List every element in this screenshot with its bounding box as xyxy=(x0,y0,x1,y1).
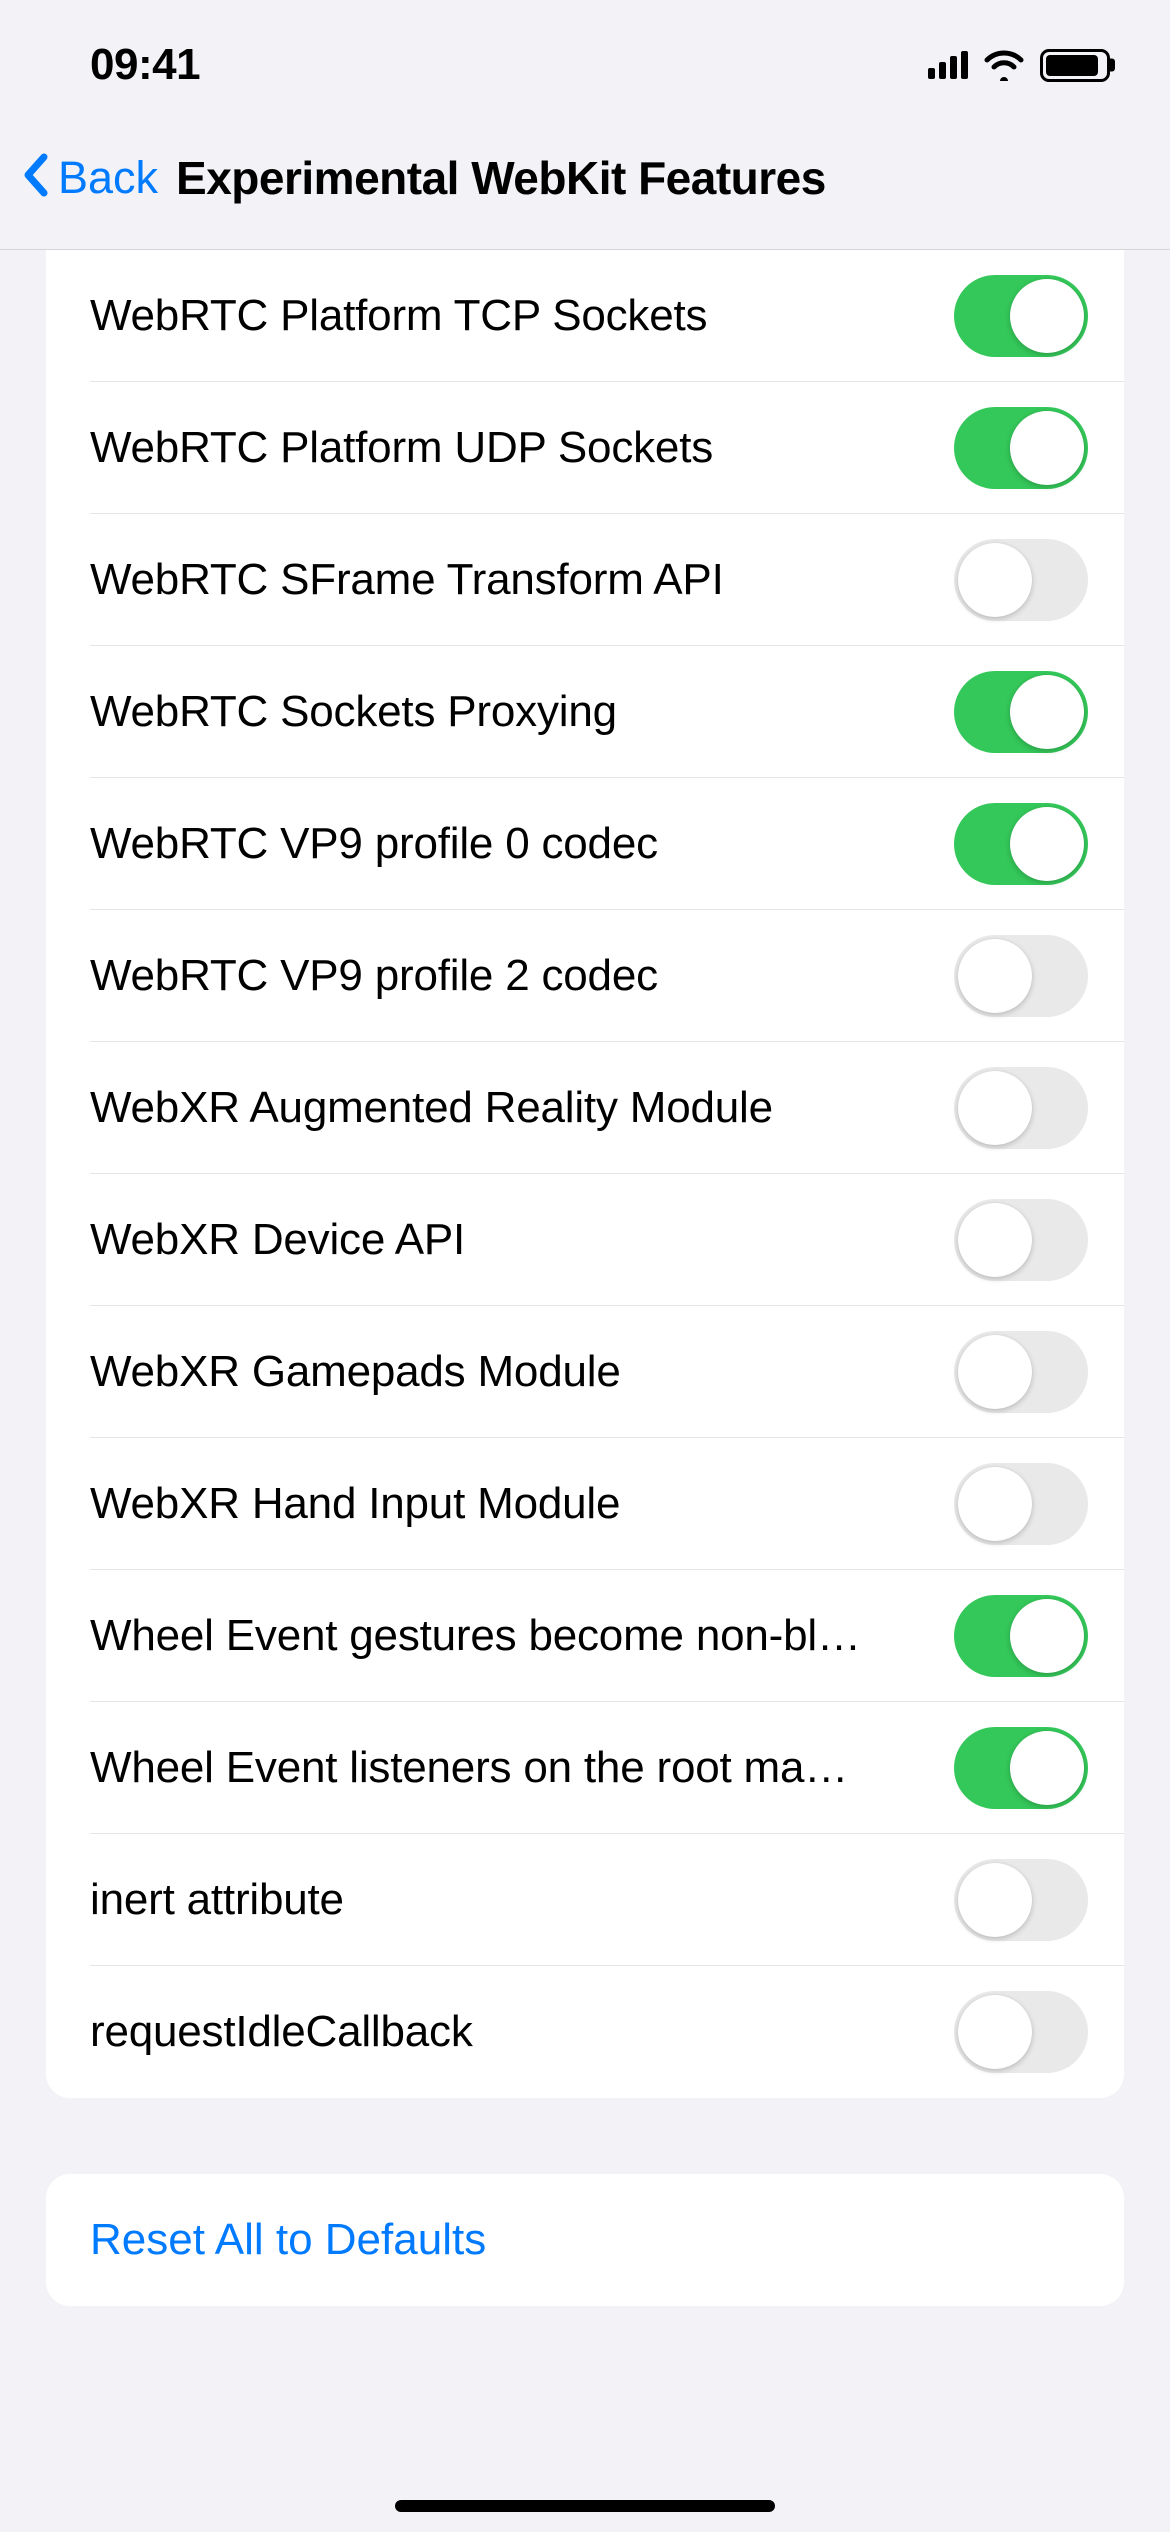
feature-toggle[interactable] xyxy=(954,275,1088,357)
feature-row: WebRTC VP9 profile 0 codec xyxy=(46,778,1124,910)
feature-toggle[interactable] xyxy=(954,1199,1088,1281)
feature-label: WebRTC Sockets Proxying xyxy=(90,687,617,737)
feature-row: WebRTC SFrame Transform API xyxy=(46,514,1124,646)
feature-toggle[interactable] xyxy=(954,1727,1088,1809)
toggle-knob xyxy=(958,1863,1032,1937)
toggle-knob xyxy=(1010,675,1084,749)
status-bar: 09:41 xyxy=(0,0,1170,130)
feature-toggle[interactable] xyxy=(954,1595,1088,1677)
feature-toggle[interactable] xyxy=(954,1067,1088,1149)
feature-label: Wheel Event gestures become non-blo... xyxy=(90,1611,870,1661)
feature-label: WebRTC Platform TCP Sockets xyxy=(90,291,707,341)
cellular-signal-icon xyxy=(928,51,968,79)
feature-row: WebXR Gamepads Module xyxy=(46,1306,1124,1438)
feature-label: WebRTC SFrame Transform API xyxy=(90,555,724,605)
feature-label: WebRTC Platform UDP Sockets xyxy=(90,423,713,473)
home-indicator xyxy=(395,2500,775,2512)
feature-row: WebRTC Platform UDP Sockets xyxy=(46,382,1124,514)
feature-toggle[interactable] xyxy=(954,539,1088,621)
toggle-knob xyxy=(1010,1599,1084,1673)
toggle-knob xyxy=(958,1203,1032,1277)
status-icons xyxy=(928,49,1110,82)
page-title: Experimental WebKit Features xyxy=(176,151,826,205)
navigation-bar: Back Experimental WebKit Features xyxy=(0,130,1170,250)
feature-label: requestIdleCallback xyxy=(90,2007,473,2057)
feature-toggle[interactable] xyxy=(954,1331,1088,1413)
toggle-knob xyxy=(1010,1731,1084,1805)
feature-row: inert attribute xyxy=(46,1834,1124,1966)
toggle-knob xyxy=(958,1071,1032,1145)
feature-label: inert attribute xyxy=(90,1875,344,1925)
toggle-knob xyxy=(958,1335,1032,1409)
feature-row: Wheel Event listeners on the root made..… xyxy=(46,1702,1124,1834)
feature-toggle[interactable] xyxy=(954,671,1088,753)
feature-label: WebXR Hand Input Module xyxy=(90,1479,620,1529)
feature-label: WebRTC VP9 profile 0 codec xyxy=(90,819,658,869)
feature-label: WebXR Gamepads Module xyxy=(90,1347,621,1397)
feature-row: WebXR Hand Input Module xyxy=(46,1438,1124,1570)
toggle-knob xyxy=(958,543,1032,617)
feature-toggle[interactable] xyxy=(954,1859,1088,1941)
feature-toggle[interactable] xyxy=(954,1991,1088,2073)
feature-toggle[interactable] xyxy=(954,1463,1088,1545)
toggle-knob xyxy=(958,1467,1032,1541)
feature-label: WebXR Augmented Reality Module xyxy=(90,1083,773,1133)
feature-toggle[interactable] xyxy=(954,803,1088,885)
toggle-knob xyxy=(1010,411,1084,485)
toggle-knob xyxy=(1010,807,1084,881)
feature-label: WebRTC VP9 profile 2 codec xyxy=(90,951,658,1001)
toggle-knob xyxy=(1010,279,1084,353)
wifi-icon xyxy=(982,49,1026,81)
reset-all-label: Reset All to Defaults xyxy=(90,2215,486,2265)
status-time: 09:41 xyxy=(90,40,200,90)
feature-row: WebRTC Sockets Proxying xyxy=(46,646,1124,778)
back-button[interactable]: Back xyxy=(58,152,158,204)
feature-label: WebXR Device API xyxy=(90,1215,465,1265)
battery-icon xyxy=(1040,49,1110,82)
feature-row: requestIdleCallback xyxy=(46,1966,1124,2098)
feature-toggle-list: WebRTC Platform TCP Sockets WebRTC Platfo… xyxy=(46,250,1124,2098)
feature-toggle[interactable] xyxy=(954,935,1088,1017)
feature-label: Wheel Event listeners on the root made..… xyxy=(90,1743,870,1793)
reset-group: Reset All to Defaults xyxy=(46,2174,1124,2306)
feature-row: WebXR Device API xyxy=(46,1174,1124,1306)
toggle-knob xyxy=(958,1995,1032,2069)
feature-row: Wheel Event gestures become non-blo... xyxy=(46,1570,1124,1702)
feature-toggle[interactable] xyxy=(954,407,1088,489)
back-chevron-icon[interactable] xyxy=(20,151,52,204)
reset-all-button[interactable]: Reset All to Defaults xyxy=(46,2174,1124,2306)
feature-row: WebRTC VP9 profile 2 codec xyxy=(46,910,1124,1042)
toggle-knob xyxy=(958,939,1032,1013)
feature-row: WebXR Augmented Reality Module xyxy=(46,1042,1124,1174)
feature-row: WebRTC Platform TCP Sockets xyxy=(46,250,1124,382)
